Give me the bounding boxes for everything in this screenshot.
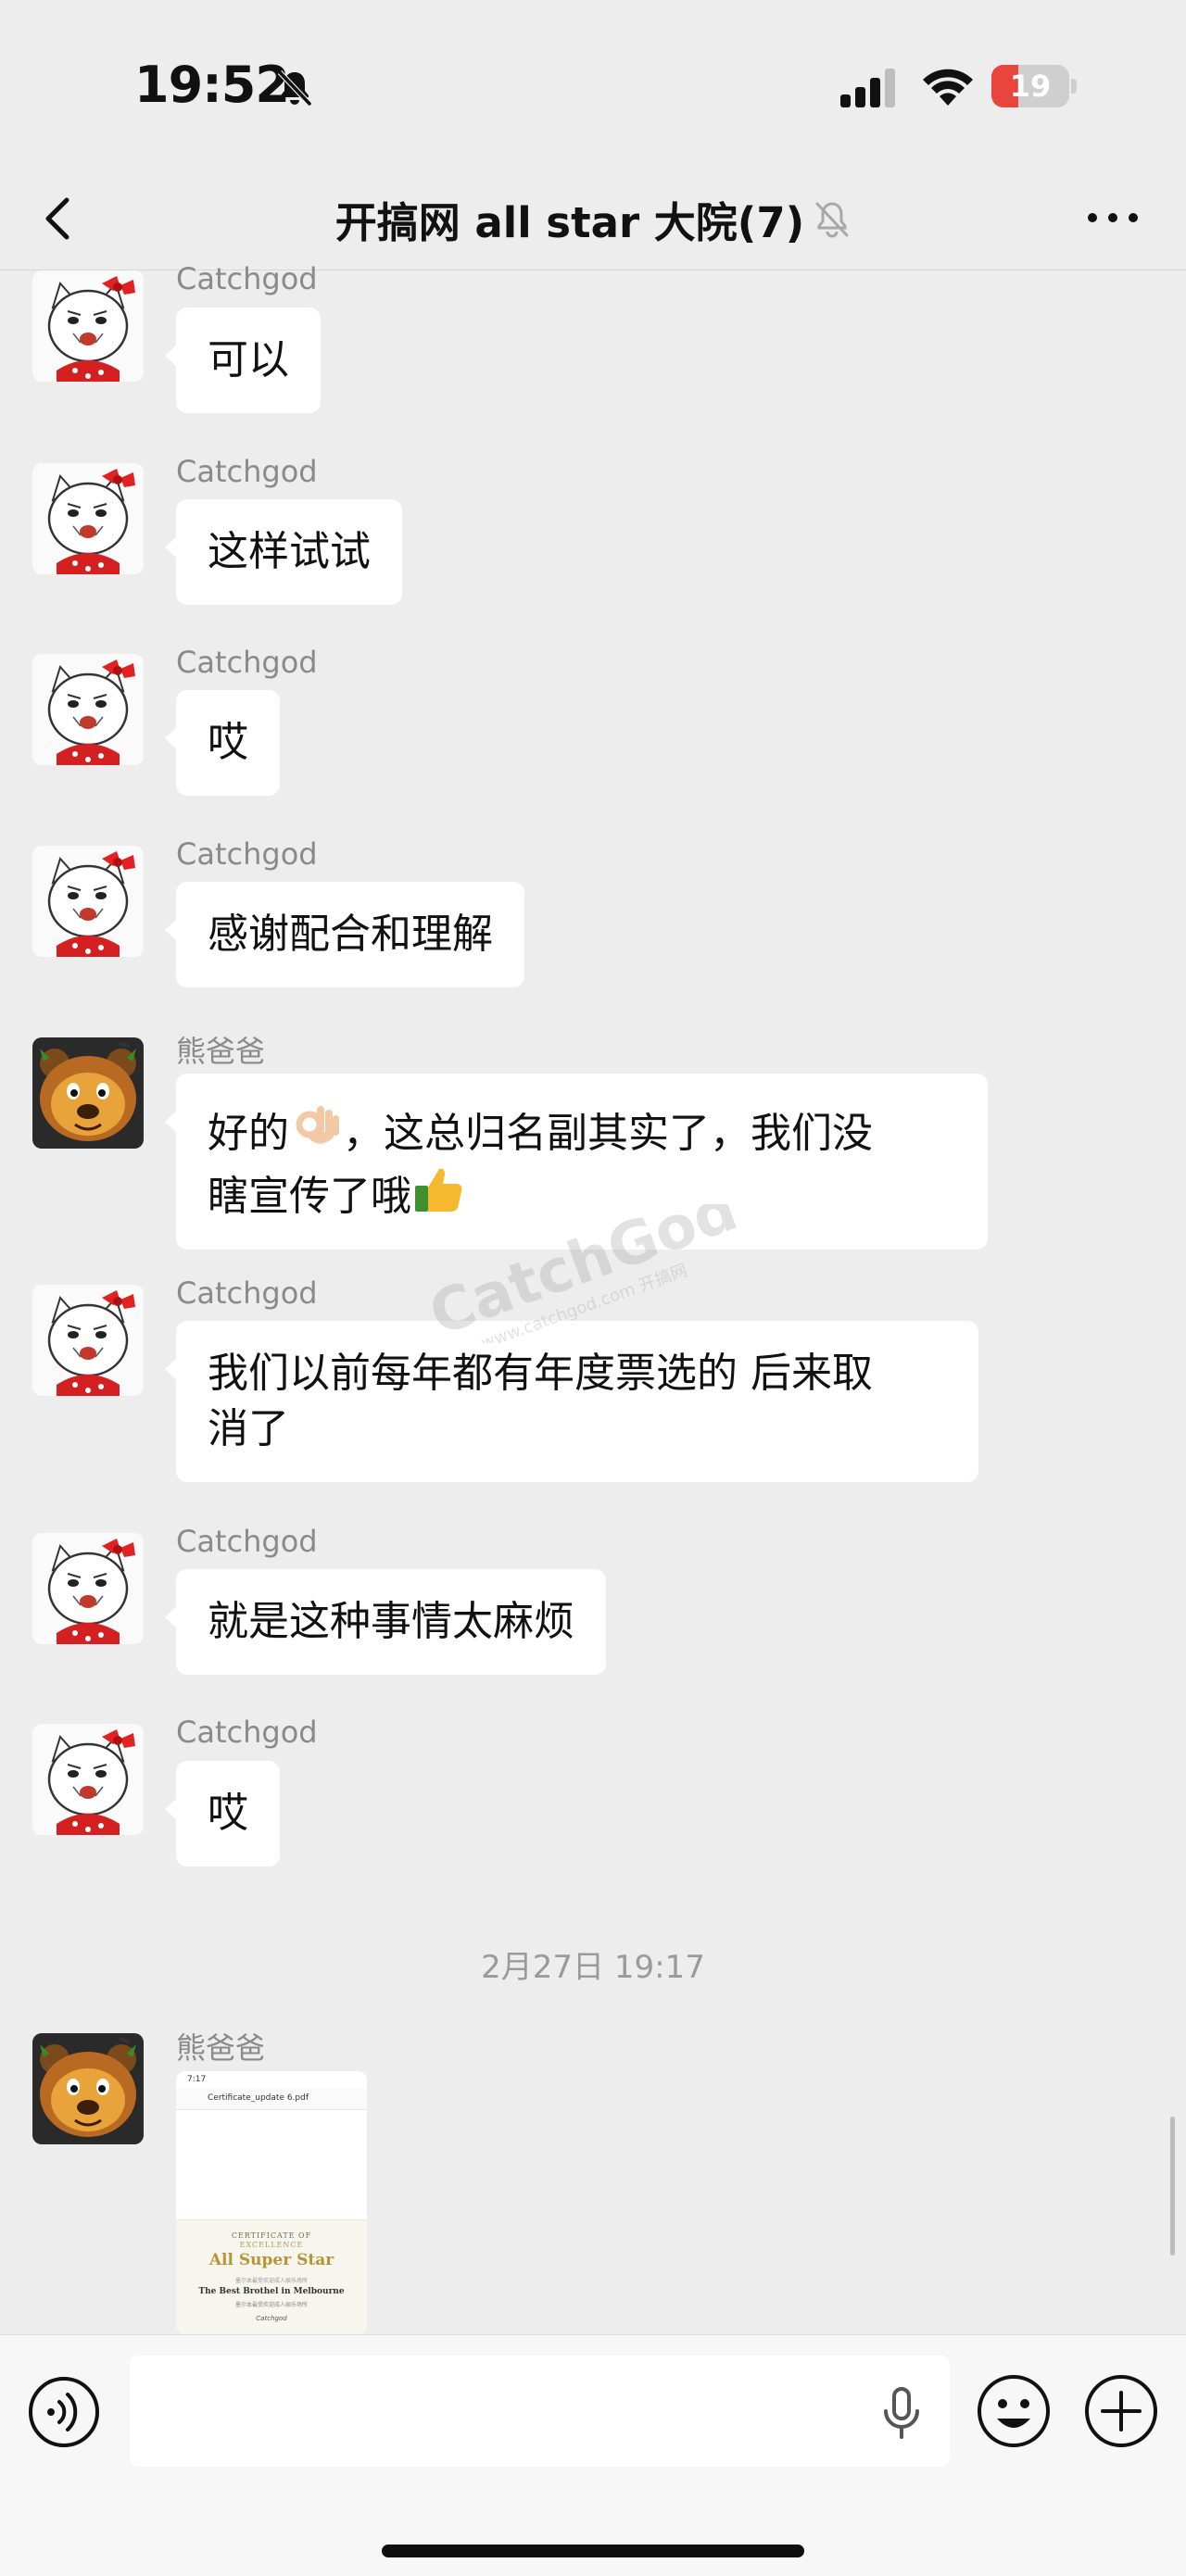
chat-title: 开搞网 all star 大院(7) [334, 197, 805, 247]
sender-name: Catchgod [176, 1275, 318, 1311]
sender-name: Catchgod [176, 454, 318, 489]
time-divider: 2月27日 19:17 [481, 1949, 705, 1986]
message-bubble[interactable]: 这样试试 [165, 499, 402, 605]
message-bubble[interactable]: 感谢配合和理解 [165, 882, 524, 987]
input-bar [0, 2334, 1186, 2576]
message-text: 这样试试 [208, 528, 371, 575]
scrollbar[interactable] [1170, 2117, 1175, 2256]
message-bubble[interactable]: 哎 [165, 690, 280, 796]
battery-icon: 19 [991, 65, 1077, 107]
message-text: 就是这种事情太麻烦 [208, 1598, 574, 1645]
certificate-heading: The Best Brothel in Melbourne [198, 2287, 345, 2296]
file-preview-name: Certificate_update 6.pdf [208, 2093, 309, 2103]
emoji-button[interactable] [975, 2372, 1053, 2450]
sender-avatar[interactable] [32, 2033, 144, 2144]
certificate-preview: CERTIFICATE OF EXCELLENCE All Super Star… [176, 2219, 367, 2334]
sender-avatar[interactable] [32, 1037, 144, 1149]
svg-text:CatchGod: CatchGod [421, 1204, 741, 1343]
certificate-signature: Catchgod [256, 2315, 287, 2322]
certificate-line: EXCELLENCE [239, 2241, 304, 2249]
more-actions-button[interactable] [1082, 2372, 1160, 2450]
message-text-part: 消了 [208, 1405, 289, 1452]
muted-bell-icon [815, 202, 849, 238]
message-text-part: 好的 [208, 1110, 289, 1157]
sender-avatar[interactable] [32, 654, 144, 765]
sender-name: 熊爸爸 [176, 2030, 266, 2066]
message-bubble[interactable]: 可以 [165, 308, 321, 413]
back-chevron-icon[interactable] [35, 189, 82, 248]
certificate-line: CERTIFICATE OF [231, 2231, 312, 2240]
message-text: 哎 [208, 719, 248, 766]
chat-title-group: 开搞网 all star 大院(7) [139, 167, 1047, 270]
bell-off-icon [277, 69, 312, 107]
nav-bar: 开搞网 all star 大院(7) [0, 167, 1186, 270]
message-bubble[interactable]: 哎 [165, 1761, 280, 1866]
status-time: 19:52 [134, 56, 290, 114]
message-text-part: 瞎宣传了哦 [208, 1173, 411, 1220]
sender-avatar[interactable] [32, 1724, 144, 1835]
certificate-subtitle: 墨尔本最受欢迎成人娱乐场所 [234, 2278, 308, 2284]
cellular-signal-icon [840, 69, 895, 107]
sender-avatar[interactable] [32, 1285, 144, 1396]
sender-avatar[interactable] [32, 270, 144, 382]
sender-avatar[interactable] [32, 846, 144, 957]
battery-level: 19 [1009, 69, 1052, 104]
sender-name: Catchgod [176, 1715, 318, 1750]
home-indicator [382, 2545, 804, 2557]
message-text: 可以 [208, 336, 289, 383]
ok-hand-emoji-icon [296, 1106, 339, 1144]
microphone-icon[interactable] [877, 2385, 927, 2441]
wifi-icon [923, 69, 973, 106]
sender-avatar[interactable] [32, 463, 144, 574]
watermark-logo: CatchGod www.catchgod.com 开搞网 [421, 1204, 741, 1343]
sender-name: 熊爸爸 [176, 1034, 266, 1069]
certificate-subtitle: 墨尔本最受欢迎成人娱乐场所 [234, 2302, 308, 2308]
certificate-title: All Super Star [208, 2251, 334, 2269]
message-text: 感谢配合和理解 [208, 911, 493, 958]
status-bar: 19:52 19 [0, 0, 1186, 167]
sender-name: Catchgod [176, 1524, 318, 1559]
message-text-part: ，这总归名副其实了，我们没 [343, 1110, 873, 1157]
sender-avatar[interactable] [32, 1533, 144, 1644]
message-text-part: 我们以前每年都有年度票选的 后来取 [208, 1350, 873, 1397]
sender-name: Catchgod [176, 261, 318, 296]
message-text: 哎 [208, 1790, 248, 1837]
file-preview-card[interactable]: 7:17 Certificate_update 6.pdf CERTIFICAT… [176, 2071, 367, 2334]
message-input[interactable] [130, 2356, 950, 2467]
sender-name: Catchgod [176, 836, 318, 872]
sender-name: Catchgod [176, 645, 318, 680]
file-preview-status-time: 7:17 [187, 2075, 207, 2084]
message-bubble[interactable]: 我们以前每年都有年度票选的 后来取 消了 [165, 1321, 978, 1482]
more-options-icon[interactable] [1080, 195, 1145, 241]
message-bubble[interactable]: 就是这种事情太麻烦 [165, 1569, 606, 1675]
voice-mode-button[interactable] [26, 2374, 102, 2450]
